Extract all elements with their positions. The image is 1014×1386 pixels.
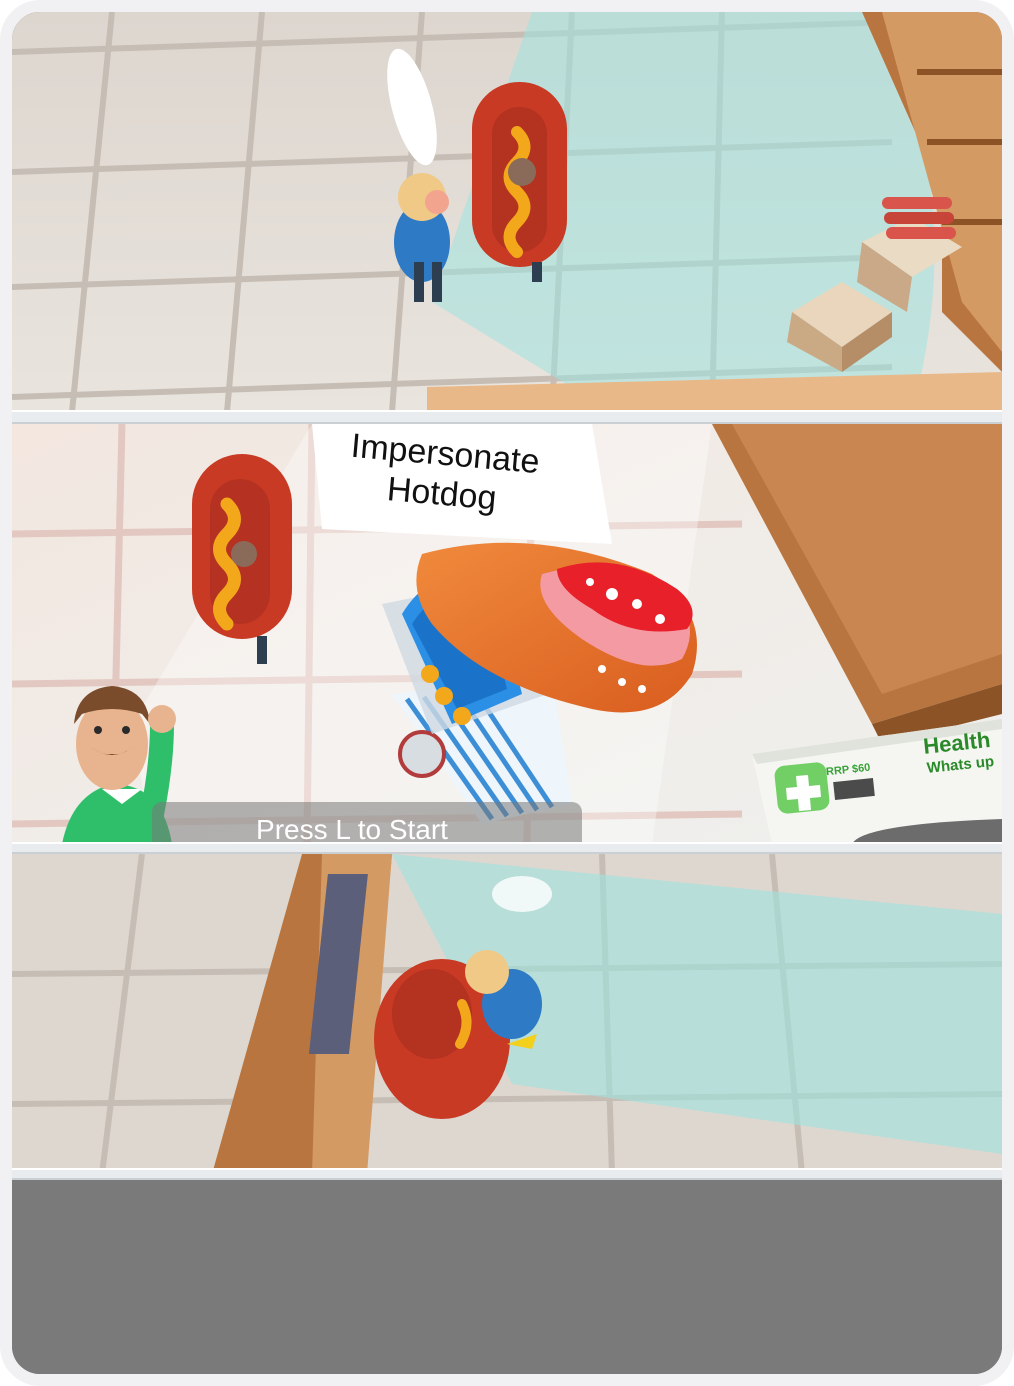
start-prompt-text: Press L to Start (256, 814, 448, 844)
cutscene-panel: Impersonate Hotdog RRP $60 Health Whats … (12, 424, 1002, 844)
top-view-panel (12, 12, 1002, 412)
panel-divider (12, 842, 1002, 854)
bottom-view-scene (12, 854, 1002, 1174)
game-screen: Impersonate Hotdog RRP $60 Health Whats … (0, 0, 1014, 1386)
panel-divider (12, 1168, 1002, 1180)
bottom-view-panel (12, 854, 1002, 1174)
start-prompt[interactable]: Press L to Start (152, 802, 582, 844)
empty-bottom-area (12, 1180, 1002, 1374)
panel-divider (12, 410, 1002, 424)
hotdog-costume-character (472, 82, 567, 282)
thought-bubble (492, 876, 552, 912)
top-view-scene (12, 12, 1002, 412)
